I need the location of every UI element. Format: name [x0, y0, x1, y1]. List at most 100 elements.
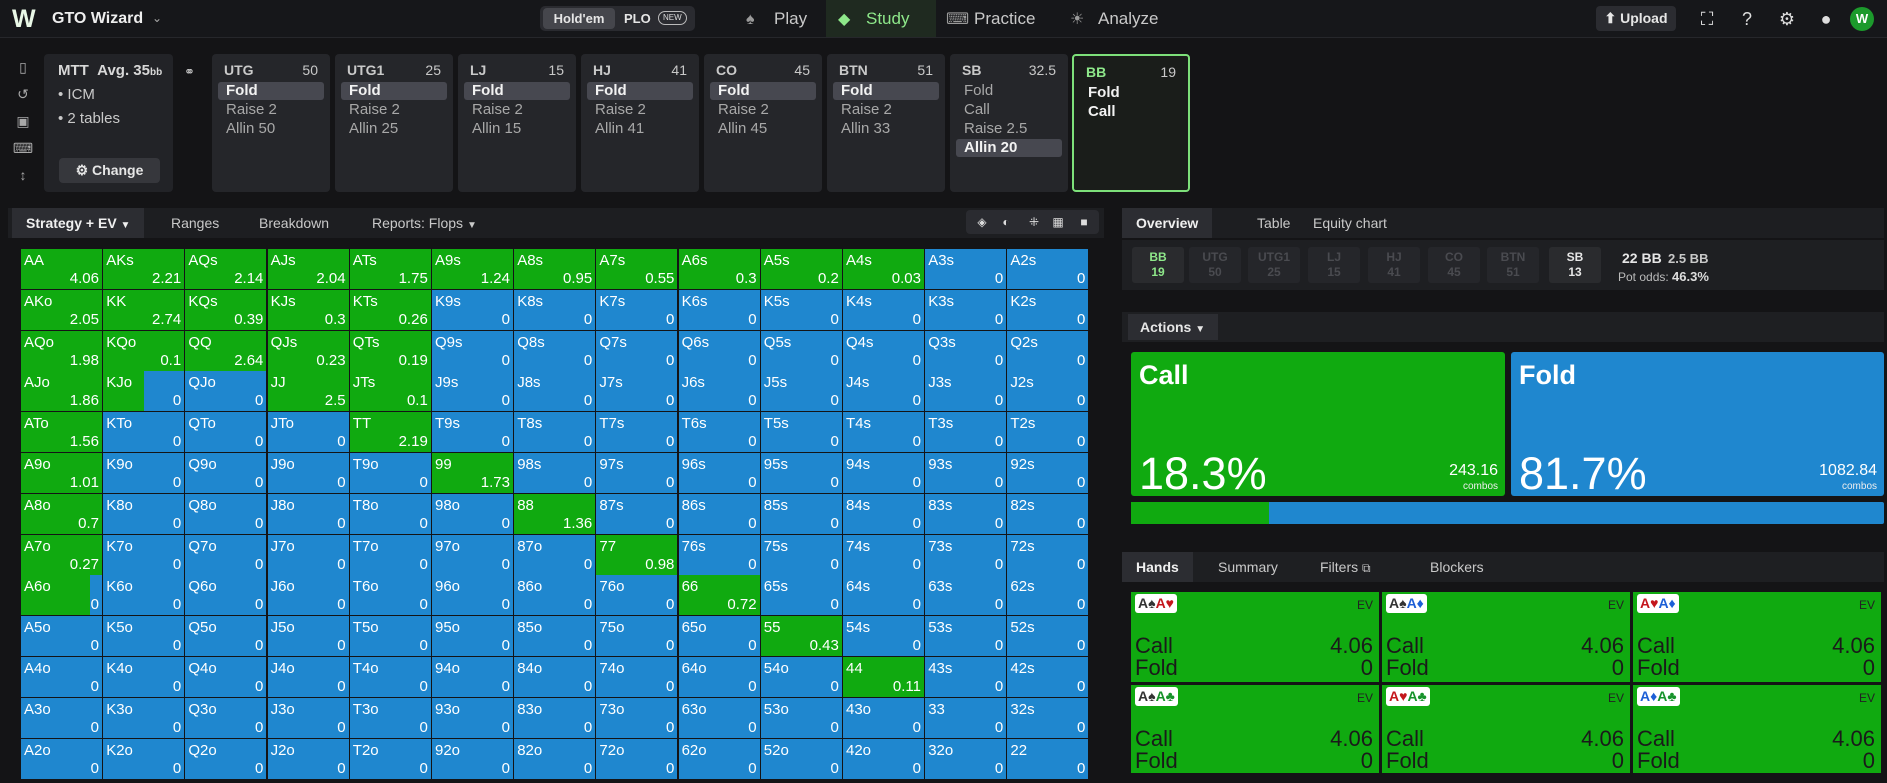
hand-cell-t4o[interactable]: T4o 0 — [349, 657, 431, 697]
seat-btn[interactable]: BTN 51 — [1487, 247, 1539, 283]
hand-cell-86s[interactable]: 86s 0 — [678, 493, 760, 534]
action-option[interactable]: Allin 41 — [587, 120, 693, 138]
hand-cell-82o[interactable]: 82o 0 — [514, 738, 596, 779]
hand-cell-a5o[interactable]: A5o 0 — [21, 616, 102, 657]
nav-practice[interactable]: ⌨ Practice — [946, 0, 1066, 37]
bookmark-icon[interactable]: ▯ — [8, 54, 38, 81]
hand-cell-q5s[interactable]: Q5s 0 — [760, 330, 842, 371]
hand-cell-55[interactable]: 55 0.43 — [760, 616, 842, 657]
action-option[interactable]: Fold — [833, 82, 939, 100]
hand-cell-t9s[interactable]: T9s 0 — [432, 412, 513, 453]
action-option[interactable]: Fold — [218, 82, 324, 100]
nav-analyze[interactable]: ☀ Analyze — [1070, 0, 1190, 37]
screenshot-icon[interactable]: ⛶ — [1696, 8, 1718, 30]
hand-cell-j7o[interactable]: J7o 0 — [267, 534, 349, 575]
hand-cell-kk[interactable]: KK 2.74 — [103, 289, 185, 330]
hand-cell-54s[interactable]: 54s 0 — [843, 616, 924, 657]
hand-cell-a5s[interactable]: A5s 0.2 — [760, 249, 842, 289]
hand-cell-75o[interactable]: 75o 0 — [596, 616, 678, 657]
hand-cell-a7o[interactable]: A7o 0.27 — [21, 534, 102, 575]
position-card-btn[interactable]: BTN 51 Fold Raise 2 Allin 33 — [827, 54, 945, 192]
seat-lj[interactable]: LJ 15 — [1308, 247, 1360, 283]
seat-co[interactable]: CO 45 — [1428, 247, 1480, 283]
hand-cell-j7s[interactable]: J7s 0 — [596, 371, 678, 412]
hand-combo-card[interactable]: A♦A♣ EV Call 4.06 Fold 0 — [1633, 685, 1881, 773]
tab-equity-chart[interactable]: Equity chart — [1313, 208, 1387, 238]
hand-cell-aks[interactable]: AKs 2.21 — [103, 249, 185, 289]
compress-icon[interactable]: ⁜ — [1024, 212, 1044, 232]
hand-cell-74o[interactable]: 74o 0 — [596, 657, 678, 697]
tab-breakdown[interactable]: Breakdown — [259, 208, 329, 238]
hand-cell-98o[interactable]: 98o 0 — [432, 493, 513, 534]
hand-combo-card[interactable]: A♠A♣ EV Call 4.06 Fold 0 — [1131, 685, 1379, 773]
hand-cell-54o[interactable]: 54o 0 — [760, 657, 842, 697]
hand-cell-42s[interactable]: 42s 0 — [1007, 657, 1089, 697]
hand-cell-aqs[interactable]: AQs 2.14 — [185, 249, 267, 289]
hand-cell-a8s[interactable]: A8s 0.95 — [514, 249, 596, 289]
action-option[interactable]: Fold — [1080, 84, 1186, 102]
hand-cell-86o[interactable]: 86o 0 — [514, 575, 596, 616]
hand-cell-t5o[interactable]: T5o 0 — [349, 616, 431, 657]
hand-cell-jts[interactable]: JTs 0.1 — [349, 371, 431, 412]
hand-cell-75s[interactable]: 75s 0 — [760, 534, 842, 575]
hand-cell-ako[interactable]: AKo 2.05 — [21, 289, 102, 330]
tab-table[interactable]: Table — [1257, 208, 1290, 238]
hand-cell-73o[interactable]: 73o 0 — [596, 697, 678, 738]
action-option[interactable]: Raise 2.5 — [956, 120, 1062, 138]
holdem-toggle-button[interactable]: Hold'em — [543, 8, 615, 29]
hand-cell-j3o[interactable]: J3o 0 — [267, 697, 349, 738]
action-option[interactable]: Fold — [956, 82, 1062, 100]
hand-cell-a4s[interactable]: A4s 0.03 — [843, 249, 924, 289]
action-option[interactable]: Call — [1080, 103, 1186, 121]
hand-cell-88[interactable]: 88 1.36 — [514, 493, 596, 534]
action-option[interactable]: Allin 20 — [956, 139, 1062, 157]
hand-cell-64s[interactable]: 64s 0 — [843, 575, 924, 616]
action-option[interactable]: Raise 2 — [710, 101, 816, 119]
gamepad-icon[interactable]: ⌨ — [8, 135, 38, 162]
hand-cell-k9o[interactable]: K9o 0 — [103, 453, 185, 493]
hand-cell-t5s[interactable]: T5s 0 — [760, 412, 842, 453]
hand-cell-ats[interactable]: ATs 1.75 — [349, 249, 431, 289]
plo-toggle-button[interactable]: PLO — [624, 8, 651, 29]
contrast-icon[interactable]: ◐ — [996, 212, 1016, 232]
hand-cell-j2o[interactable]: J2o 0 — [267, 738, 349, 779]
hand-cell-87o[interactable]: 87o 0 — [514, 534, 596, 575]
hand-cell-t9o[interactable]: T9o 0 — [349, 453, 431, 493]
hand-cell-83o[interactable]: 83o 0 — [514, 697, 596, 738]
hand-cell-93o[interactable]: 93o 0 — [432, 697, 513, 738]
hand-cell-t3o[interactable]: T3o 0 — [349, 697, 431, 738]
hand-cell-96o[interactable]: 96o 0 — [432, 575, 513, 616]
hand-cell-q4o[interactable]: Q4o 0 — [185, 657, 267, 697]
hand-cell-j8o[interactable]: J8o 0 — [267, 493, 349, 534]
hand-cell-62o[interactable]: 62o 0 — [678, 738, 760, 779]
tab-summary[interactable]: Summary — [1218, 552, 1278, 582]
hand-cell-jj[interactable]: JJ 2.5 — [267, 371, 349, 412]
save-icon[interactable]: ▣ — [8, 108, 38, 135]
hand-cell-a6s[interactable]: A6s 0.3 — [678, 249, 760, 289]
avatar[interactable]: W — [1850, 7, 1874, 31]
hand-cell-a9s[interactable]: A9s 1.24 — [432, 249, 513, 289]
hand-cell-j5s[interactable]: J5s 0 — [760, 371, 842, 412]
hand-cell-95s[interactable]: 95s 0 — [760, 453, 842, 493]
tab-hands[interactable]: Hands — [1122, 552, 1193, 582]
hand-cell-k5o[interactable]: K5o 0 — [103, 616, 185, 657]
hand-cell-a6o[interactable]: A6o 0 — [21, 575, 102, 616]
hand-cell-j9o[interactable]: J9o 0 — [267, 453, 349, 493]
change-button[interactable]: ⚙ Change — [59, 158, 160, 183]
hand-combo-card[interactable]: A♠A♥ EV Call 4.06 Fold 0 — [1131, 592, 1379, 682]
nav-play[interactable]: ♠ Play — [740, 0, 832, 37]
action-option[interactable]: Fold — [710, 82, 816, 100]
seat-utg1[interactable]: UTG1 25 — [1248, 247, 1300, 283]
hand-cell-84o[interactable]: 84o 0 — [514, 657, 596, 697]
hand-cell-74s[interactable]: 74s 0 — [843, 534, 924, 575]
hand-cell-k2o[interactable]: K2o 0 — [103, 738, 185, 779]
hand-cell-43o[interactable]: 43o 0 — [843, 697, 924, 738]
seat-utg[interactable]: UTG 50 — [1189, 247, 1241, 283]
hand-cell-76o[interactable]: 76o 0 — [596, 575, 678, 616]
hand-cell-k6s[interactable]: K6s 0 — [678, 289, 760, 330]
hand-cell-q7s[interactable]: Q7s 0 — [596, 330, 678, 371]
hand-cell-t7o[interactable]: T7o 0 — [349, 534, 431, 575]
hand-cell-87s[interactable]: 87s 0 — [596, 493, 678, 534]
tab-blockers[interactable]: Blockers — [1430, 552, 1484, 582]
hand-cell-99[interactable]: 99 1.73 — [432, 453, 513, 493]
